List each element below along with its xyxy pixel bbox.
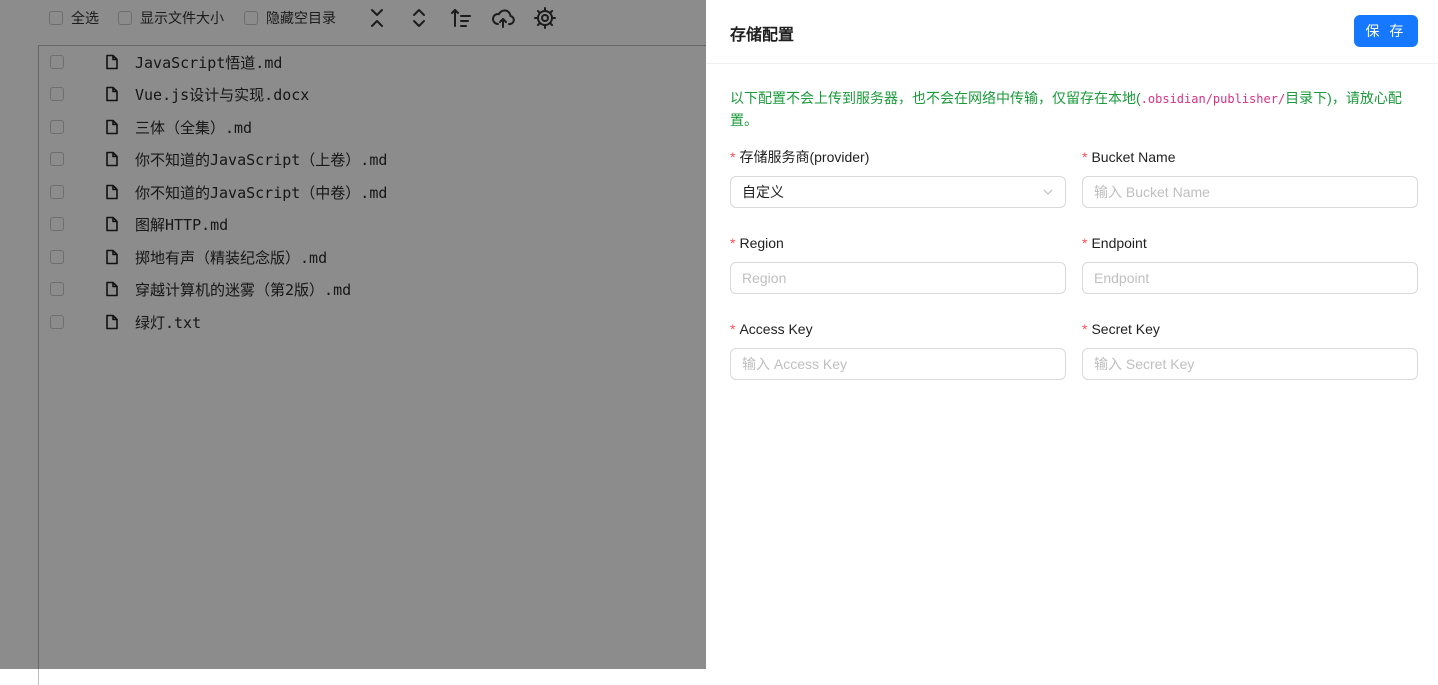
access-key-field: * Access Key — [730, 318, 1066, 380]
secret-key-field: * Secret Key — [1082, 318, 1418, 380]
required-mark: * — [730, 149, 736, 165]
provider-label-text: 存储服务商(provider) — [739, 149, 870, 165]
secret-key-label: * Secret Key — [1082, 318, 1418, 340]
notice-path: .obsidian/publisher/ — [1140, 92, 1286, 106]
bucket-label-text: Bucket Name — [1091, 149, 1176, 165]
privacy-notice: 以下配置不会上传到服务器，也不会在网络中传输，仅留存在本地(.obsidian/… — [730, 88, 1420, 131]
bucket-name-input[interactable] — [1082, 176, 1418, 208]
save-button[interactable]: 保 存 — [1354, 15, 1418, 47]
notice-text-start: 以下配置不会上传到服务器，也不会在网络中传输，仅留存在本地( — [730, 90, 1141, 106]
drawer-title: 存储配置 — [730, 27, 795, 44]
drawer-header: 存储配置 保 存 — [706, 0, 1438, 64]
endpoint-label: * Endpoint — [1082, 232, 1418, 254]
access-key-input[interactable] — [730, 348, 1066, 380]
secret-key-label-text: Secret Key — [1091, 321, 1160, 337]
required-mark: * — [730, 235, 736, 251]
region-field: * Region — [730, 232, 1066, 294]
chevron-down-icon — [1043, 189, 1053, 195]
provider-field: * 存储服务商(provider) 自定义 — [730, 146, 1066, 208]
access-key-label-text: Access Key — [739, 321, 813, 337]
bucket-label: * Bucket Name — [1082, 146, 1418, 168]
region-label: * Region — [730, 232, 1066, 254]
required-mark: * — [1082, 321, 1088, 337]
region-input[interactable] — [730, 262, 1066, 294]
provider-select[interactable]: 自定义 — [730, 176, 1066, 208]
provider-selected-value: 自定义 — [742, 184, 784, 200]
endpoint-field: * Endpoint — [1082, 232, 1418, 294]
required-mark: * — [1082, 235, 1088, 251]
required-mark: * — [1082, 149, 1088, 165]
storage-config-drawer: 存储配置 保 存 以下配置不会上传到服务器，也不会在网络中传输，仅留存在本地(.… — [706, 0, 1438, 669]
secret-key-input[interactable] — [1082, 348, 1418, 380]
endpoint-label-text: Endpoint — [1091, 235, 1147, 251]
required-mark: * — [730, 321, 736, 337]
provider-label: * 存储服务商(provider) — [730, 146, 1066, 168]
access-key-label: * Access Key — [730, 318, 1066, 340]
drawer-mask-overlay[interactable] — [0, 0, 706, 669]
region-label-text: Region — [739, 235, 784, 251]
bucket-field: * Bucket Name — [1082, 146, 1418, 208]
endpoint-input[interactable] — [1082, 262, 1418, 294]
